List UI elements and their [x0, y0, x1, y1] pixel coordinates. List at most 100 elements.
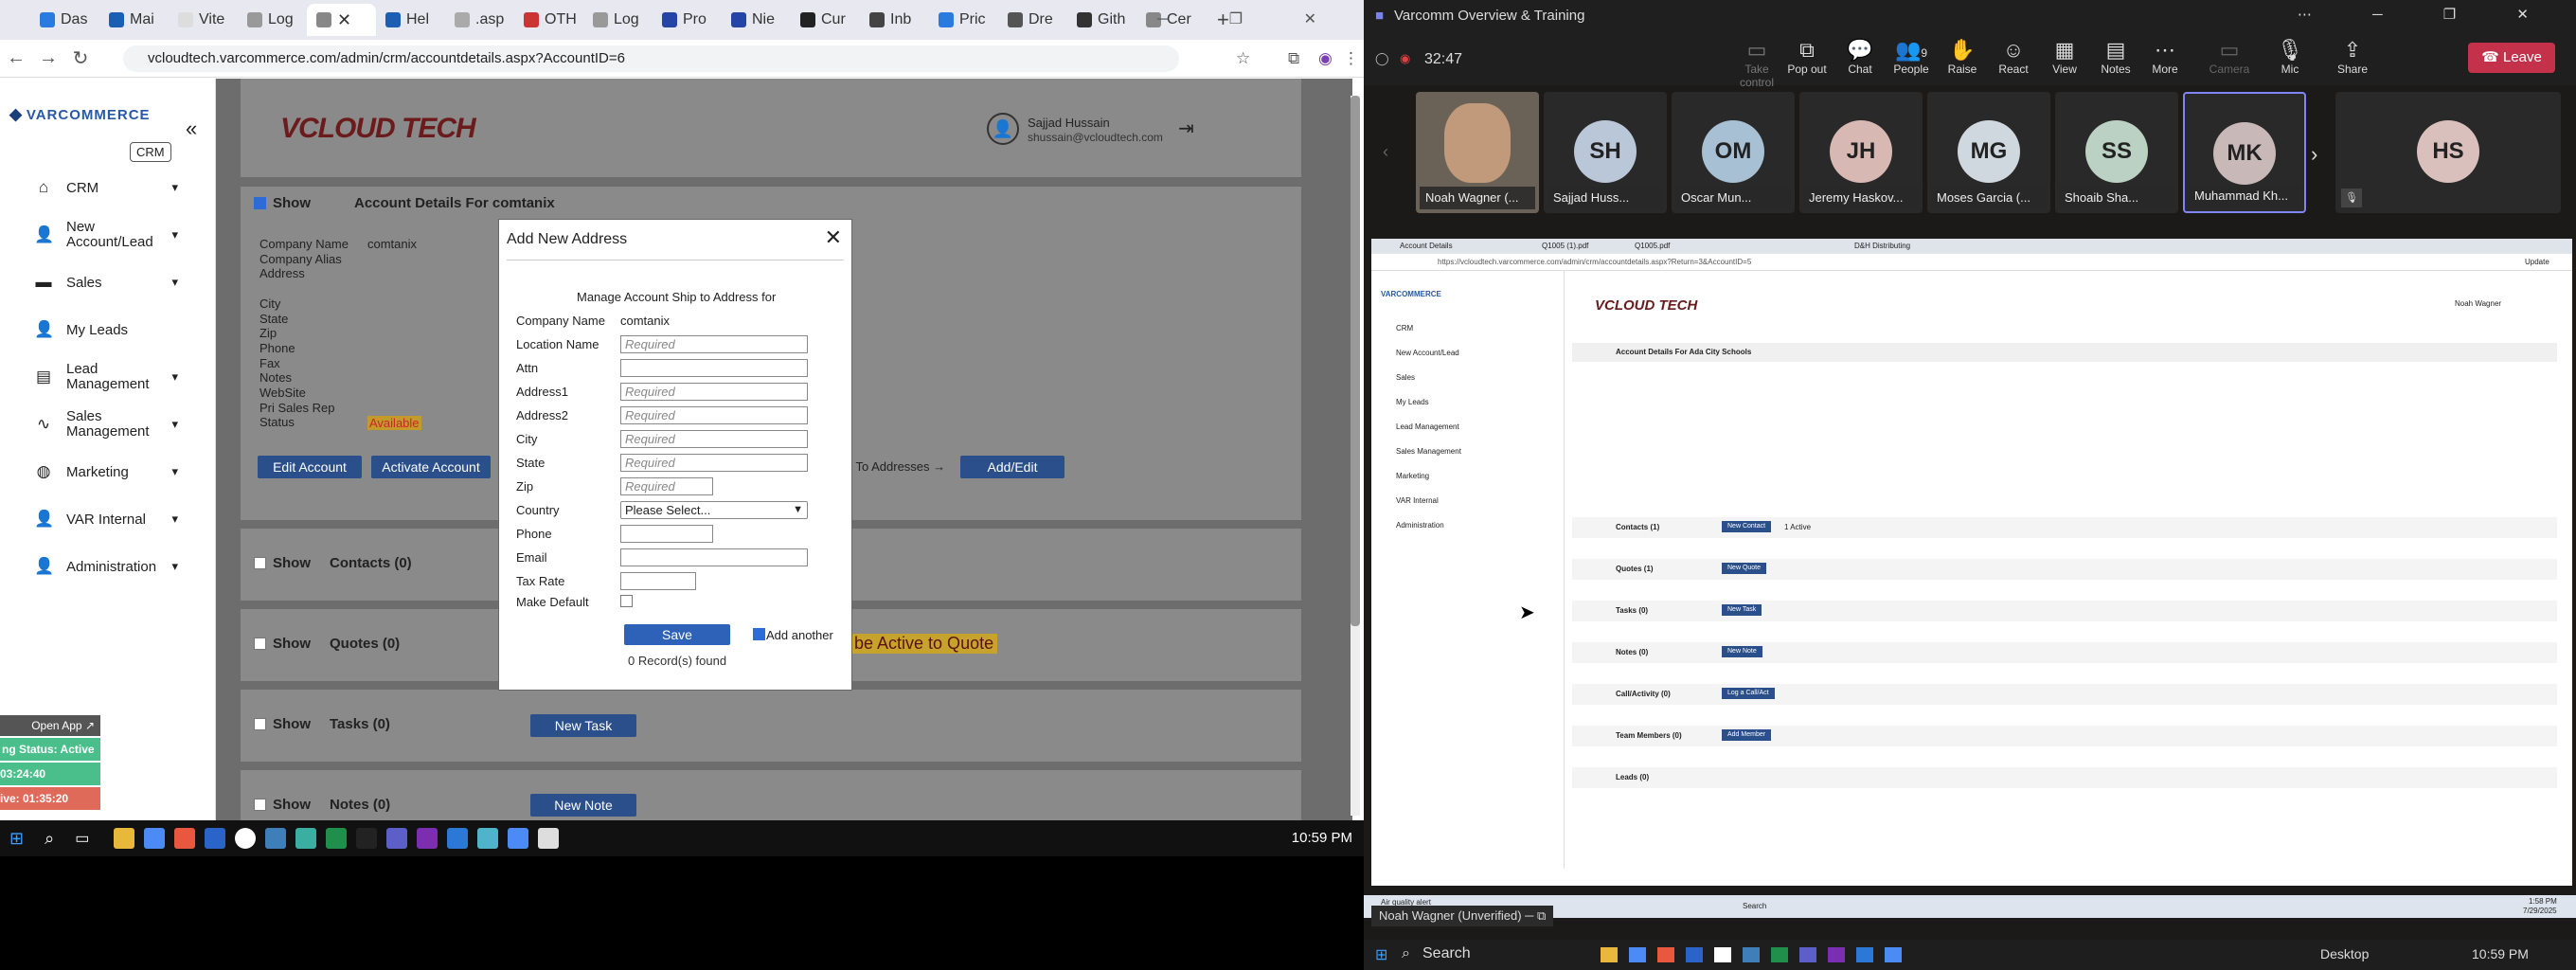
forward-icon[interactable]: → — [32, 47, 64, 69]
state-input[interactable]: Required — [620, 454, 808, 472]
app-icon[interactable] — [174, 828, 196, 849]
app-icon[interactable] — [356, 828, 378, 849]
take-control-button[interactable]: ▭ Take control — [1730, 38, 1783, 89]
app-icon[interactable] — [1856, 947, 1873, 962]
people-button[interactable]: 👥9 People — [1885, 38, 1938, 76]
city-input[interactable]: Required — [620, 430, 808, 448]
raise-button[interactable]: ✋ Raise — [1936, 38, 1989, 76]
app-icon[interactable] — [1629, 947, 1646, 962]
app-icon[interactable] — [1657, 947, 1674, 962]
open-app-widget[interactable]: Open App ↗ — [0, 715, 100, 736]
app-icon[interactable] — [205, 828, 226, 849]
star-icon[interactable]: ☆ — [1236, 49, 1250, 68]
phone-input[interactable] — [620, 525, 713, 543]
app-icon[interactable] — [1743, 947, 1760, 962]
add-edit-button[interactable]: Add/Edit — [960, 456, 1064, 478]
app-icon[interactable] — [295, 828, 317, 849]
show-checkbox[interactable] — [254, 557, 266, 569]
browser-tab[interactable]: Mai — [99, 4, 169, 36]
close-tab-icon[interactable]: ✕ — [337, 10, 351, 30]
app-icon[interactable] — [1771, 947, 1788, 962]
participant-tile[interactable]: MG Moses Garcia (... — [1927, 92, 2050, 213]
show-checkbox[interactable] — [254, 718, 266, 730]
app-icon[interactable] — [1885, 947, 1902, 962]
browser-tab[interactable]: Das — [30, 4, 99, 36]
chrome-icon[interactable] — [508, 828, 529, 849]
browser-tab[interactable]: Cur — [791, 4, 860, 36]
url-field[interactable]: vcloudtech.varcommerce.com/admin/crm/acc… — [123, 45, 1179, 72]
next-participants-icon[interactable]: › — [2311, 142, 2317, 167]
location-name-input[interactable]: Required — [620, 335, 808, 353]
teams-icon[interactable] — [386, 828, 408, 849]
browser-tab[interactable]: .asp — [445, 4, 514, 36]
mic-button[interactable]: 🎙 Mic — [2263, 38, 2317, 76]
extensions-icon[interactable]: ⧉ — [1288, 49, 1299, 68]
scrollbar[interactable] — [1351, 96, 1360, 816]
participant-tile[interactable]: SH Sajjad Huss... — [1544, 92, 1667, 213]
browser-tab[interactable]: Log — [238, 4, 307, 36]
react-button[interactable]: ☺ React — [1987, 38, 2040, 76]
chrome-icon[interactable] — [144, 828, 166, 849]
email-input[interactable] — [620, 548, 808, 566]
address1-input[interactable]: Required — [620, 383, 808, 401]
file-explorer-icon[interactable] — [114, 828, 135, 849]
zip-input[interactable]: Required — [620, 477, 713, 495]
participant-tile[interactable]: JH Jeremy Haskov... — [1799, 92, 1923, 213]
camera-button[interactable]: ▭ Camera — [2203, 38, 2256, 76]
notes-button[interactable]: ▤ Notes — [2089, 38, 2142, 76]
excel-icon[interactable] — [326, 828, 348, 849]
chat-button[interactable]: 💬 Chat — [1834, 38, 1887, 76]
reload-icon[interactable]: ↻ — [64, 46, 97, 70]
country-select[interactable]: Please Select... ▼ — [620, 501, 808, 519]
participant-tile[interactable]: OM Oscar Mun... — [1672, 92, 1795, 213]
app-icon[interactable] — [1686, 947, 1703, 962]
browser-tab[interactable]: OTH — [514, 4, 583, 36]
app-icon[interactable] — [538, 828, 560, 849]
sidebar-item-sales-management[interactable]: ∿ Sales Management ▾ — [0, 401, 216, 448]
new-note-button[interactable]: New Note — [530, 794, 636, 817]
edit-account-button[interactable]: Edit Account — [258, 456, 362, 478]
show-checkbox[interactable] — [254, 197, 266, 209]
tax-rate-input[interactable] — [620, 572, 696, 590]
browser-tab[interactable]: Inb — [860, 4, 929, 36]
attn-input[interactable] — [620, 359, 808, 377]
app-icon[interactable] — [235, 828, 257, 849]
make-default-checkbox[interactable] — [620, 595, 633, 607]
leave-button[interactable]: ☎ Leave — [2468, 43, 2555, 73]
show-checkbox[interactable] — [254, 799, 266, 811]
app-icon[interactable] — [1601, 947, 1618, 962]
browser-tab-active[interactable]: ✕ — [307, 4, 376, 36]
logout-icon[interactable]: ⇥ — [1178, 117, 1194, 140]
search-icon[interactable]: ⌕ — [1402, 945, 1410, 962]
close-icon[interactable]: ✕ — [825, 225, 842, 250]
profile-icon[interactable]: ◉ — [1318, 49, 1333, 68]
taskbar-search[interactable]: Search — [1422, 945, 1471, 962]
app-icon[interactable] — [265, 828, 287, 849]
scrollbar-thumb[interactable] — [1351, 96, 1360, 626]
save-button[interactable]: Save — [624, 624, 730, 645]
pop-out-button[interactable]: ⧉ Pop out — [1780, 38, 1834, 76]
sidebar-item-marketing[interactable]: ◍ Marketing ▾ — [0, 448, 216, 495]
onenote-icon[interactable] — [417, 828, 438, 849]
search-icon[interactable]: ⌕ — [45, 829, 54, 849]
participant-tile[interactable]: Noah Wagner (... — [1416, 92, 1539, 213]
sidebar-item-lead-management[interactable]: ▤ Lead Management ▾ — [0, 353, 216, 401]
start-icon[interactable]: ⊞ — [9, 829, 24, 849]
browser-tab[interactable]: Pro — [653, 4, 722, 36]
sidebar-item-var-internal[interactable]: 👤 VAR Internal ▾ — [0, 495, 216, 543]
show-checkbox[interactable] — [254, 638, 266, 650]
view-button[interactable]: ▦ View — [2038, 38, 2091, 76]
participant-tile[interactable]: HS 🎙 — [2335, 92, 2561, 213]
sidebar-item-sales[interactable]: ▬ Sales ▾ — [0, 259, 216, 306]
share-button[interactable]: ⇪ Share — [2326, 38, 2379, 76]
prev-participants-icon[interactable]: ‹ — [1383, 142, 1388, 162]
vscode-icon[interactable] — [447, 828, 469, 849]
task-view-icon[interactable]: ▭ — [75, 829, 89, 848]
app-icon[interactable] — [1828, 947, 1845, 962]
browser-tab[interactable]: Dre — [998, 4, 1067, 36]
participant-tile-active[interactable]: MK Muhammad Kh... — [2183, 92, 2306, 213]
browser-tab[interactable]: Nie — [722, 4, 791, 36]
browser-tab[interactable]: Hel — [376, 4, 445, 36]
participant-tile[interactable]: SS Shoaib Sha... — [2055, 92, 2178, 213]
browser-tab[interactable]: Gith — [1067, 4, 1136, 36]
